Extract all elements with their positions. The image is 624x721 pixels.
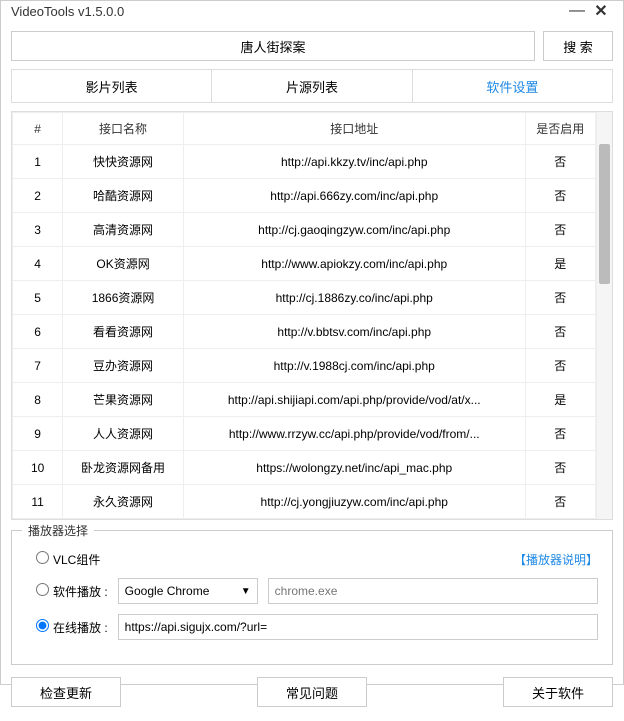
col-name: 接口名称 — [63, 113, 184, 145]
cell-enabled: 否 — [525, 315, 595, 349]
col-num: # — [13, 113, 63, 145]
tab-movie-list[interactable]: 影片列表 — [12, 70, 212, 102]
cell-url: http://api.kkzy.tv/inc/api.php — [183, 145, 525, 179]
faq-button[interactable]: 常见问题 — [257, 677, 367, 707]
cell-enabled: 否 — [525, 451, 595, 485]
software-row: 软件播放 : Google Chrome ▼ — [26, 578, 598, 604]
cell-name: 看看资源网 — [63, 315, 184, 349]
table-row[interactable]: 6看看资源网http://v.bbtsv.com/inc/api.php否 — [13, 315, 596, 349]
search-button[interactable]: 搜 索 — [543, 31, 613, 61]
check-update-button[interactable]: 检查更新 — [11, 677, 121, 707]
content-area: 搜 索 影片列表 片源列表 软件设置 # 接口名称 接口地址 是否启用 — [1, 21, 623, 721]
table-header-row: # 接口名称 接口地址 是否启用 — [13, 113, 596, 145]
online-radio-label[interactable]: 在线播放 : — [36, 619, 108, 636]
titlebar: VideoTools v1.5.0.0 — ✕ — [1, 1, 623, 21]
cell-name: 人人资源网 — [63, 417, 184, 451]
cell-url: http://v.1988cj.com/inc/api.php — [183, 349, 525, 383]
software-radio-label[interactable]: 软件播放 : — [36, 583, 108, 600]
cell-num: 3 — [13, 213, 63, 247]
cell-num: 5 — [13, 281, 63, 315]
cell-enabled: 是 — [525, 247, 595, 281]
cell-num: 9 — [13, 417, 63, 451]
cell-name: 豆办资源网 — [63, 349, 184, 383]
tab-settings[interactable]: 软件设置 — [413, 70, 612, 102]
table-row[interactable]: 9人人资源网http://www.rrzyw.cc/api.php/provid… — [13, 417, 596, 451]
software-radio[interactable] — [36, 583, 49, 596]
cell-num: 8 — [13, 383, 63, 417]
about-button[interactable]: 关于软件 — [503, 677, 613, 707]
cell-enabled: 否 — [525, 485, 595, 519]
software-select[interactable]: Google Chrome ▼ — [118, 578, 258, 604]
software-path-input[interactable] — [268, 578, 598, 604]
table-scrollbar[interactable] — [596, 112, 612, 519]
table-row[interactable]: 51866资源网http://cj.1886zy.co/inc/api.php否 — [13, 281, 596, 315]
tab-source-list[interactable]: 片源列表 — [212, 70, 412, 102]
vlc-radio-label[interactable]: VLC组件 — [36, 551, 100, 568]
close-icon[interactable]: ✕ — [589, 1, 613, 21]
cell-enabled: 否 — [525, 179, 595, 213]
table-row[interactable]: 2哈酷资源网http://api.666zy.com/inc/api.php否 — [13, 179, 596, 213]
cell-num: 2 — [13, 179, 63, 213]
cell-url: http://v.bbtsv.com/inc/api.php — [183, 315, 525, 349]
player-help-link[interactable]: 【播放器说明】 — [514, 551, 598, 568]
cell-name: 1866资源网 — [63, 281, 184, 315]
cell-url: http://cj.yongjiuzyw.com/inc/api.php — [183, 485, 525, 519]
online-row: 在线播放 : — [26, 614, 598, 640]
vlc-row: VLC组件 【播放器说明】 — [26, 551, 598, 568]
scrollbar-thumb[interactable] — [599, 144, 610, 284]
cell-enabled: 否 — [525, 281, 595, 315]
table-row[interactable]: 11永久资源网http://cj.yongjiuzyw.com/inc/api.… — [13, 485, 596, 519]
api-table-scroll: # 接口名称 接口地址 是否启用 1快快资源网http://api.kkzy.t… — [12, 112, 596, 519]
table-row[interactable]: 10卧龙资源网备用https://wolongzy.net/inc/api_ma… — [13, 451, 596, 485]
cell-url: http://api.shijiapi.com/api.php/provide/… — [183, 383, 525, 417]
cell-enabled: 否 — [525, 213, 595, 247]
cell-name: 卧龙资源网备用 — [63, 451, 184, 485]
cell-url: http://www.rrzyw.cc/api.php/provide/vod/… — [183, 417, 525, 451]
api-table: # 接口名称 接口地址 是否启用 1快快资源网http://api.kkzy.t… — [12, 112, 596, 519]
cell-enabled: 否 — [525, 349, 595, 383]
cell-enabled: 否 — [525, 145, 595, 179]
player-group-title: 播放器选择 — [22, 522, 94, 539]
cell-name: OK资源网 — [63, 247, 184, 281]
minimize-icon[interactable]: — — [565, 2, 589, 20]
search-row: 搜 索 — [11, 31, 613, 61]
api-table-wrap: # 接口名称 接口地址 是否启用 1快快资源网http://api.kkzy.t… — [11, 111, 613, 520]
cell-name: 永久资源网 — [63, 485, 184, 519]
bottom-row: 检查更新 常见问题 关于软件 — [11, 673, 613, 711]
chevron-down-icon: ▼ — [241, 586, 251, 597]
cell-num: 6 — [13, 315, 63, 349]
cell-name: 芒果资源网 — [63, 383, 184, 417]
table-row[interactable]: 8芒果资源网http://api.shijiapi.com/api.php/pr… — [13, 383, 596, 417]
vlc-radio[interactable] — [36, 551, 49, 564]
cell-name: 快快资源网 — [63, 145, 184, 179]
search-input[interactable] — [11, 31, 535, 61]
cell-url: http://www.apiokzy.com/inc/api.php — [183, 247, 525, 281]
cell-num: 7 — [13, 349, 63, 383]
cell-enabled: 是 — [525, 383, 595, 417]
col-enabled: 是否启用 — [525, 113, 595, 145]
col-url: 接口地址 — [183, 113, 525, 145]
table-row[interactable]: 4OK资源网http://www.apiokzy.com/inc/api.php… — [13, 247, 596, 281]
app-window: VideoTools v1.5.0.0 — ✕ 搜 索 影片列表 片源列表 软件… — [0, 0, 624, 685]
cell-num: 4 — [13, 247, 63, 281]
cell-url: http://cj.1886zy.co/inc/api.php — [183, 281, 525, 315]
window-title: VideoTools v1.5.0.0 — [11, 4, 565, 19]
player-group: 播放器选择 VLC组件 【播放器说明】 软件播放 : Google Chrome… — [11, 530, 613, 665]
cell-enabled: 否 — [525, 417, 595, 451]
cell-num: 10 — [13, 451, 63, 485]
cell-url: http://cj.gaoqingzyw.com/inc/api.php — [183, 213, 525, 247]
table-row[interactable]: 3高清资源网http://cj.gaoqingzyw.com/inc/api.p… — [13, 213, 596, 247]
table-row[interactable]: 1快快资源网http://api.kkzy.tv/inc/api.php否 — [13, 145, 596, 179]
cell-url: http://api.666zy.com/inc/api.php — [183, 179, 525, 213]
online-radio[interactable] — [36, 619, 49, 632]
cell-url: https://wolongzy.net/inc/api_mac.php — [183, 451, 525, 485]
table-row[interactable]: 7豆办资源网http://v.1988cj.com/inc/api.php否 — [13, 349, 596, 383]
cell-num: 1 — [13, 145, 63, 179]
online-url-input[interactable] — [118, 614, 598, 640]
cell-num: 11 — [13, 485, 63, 519]
cell-name: 高清资源网 — [63, 213, 184, 247]
cell-name: 哈酷资源网 — [63, 179, 184, 213]
tab-bar: 影片列表 片源列表 软件设置 — [11, 69, 613, 103]
